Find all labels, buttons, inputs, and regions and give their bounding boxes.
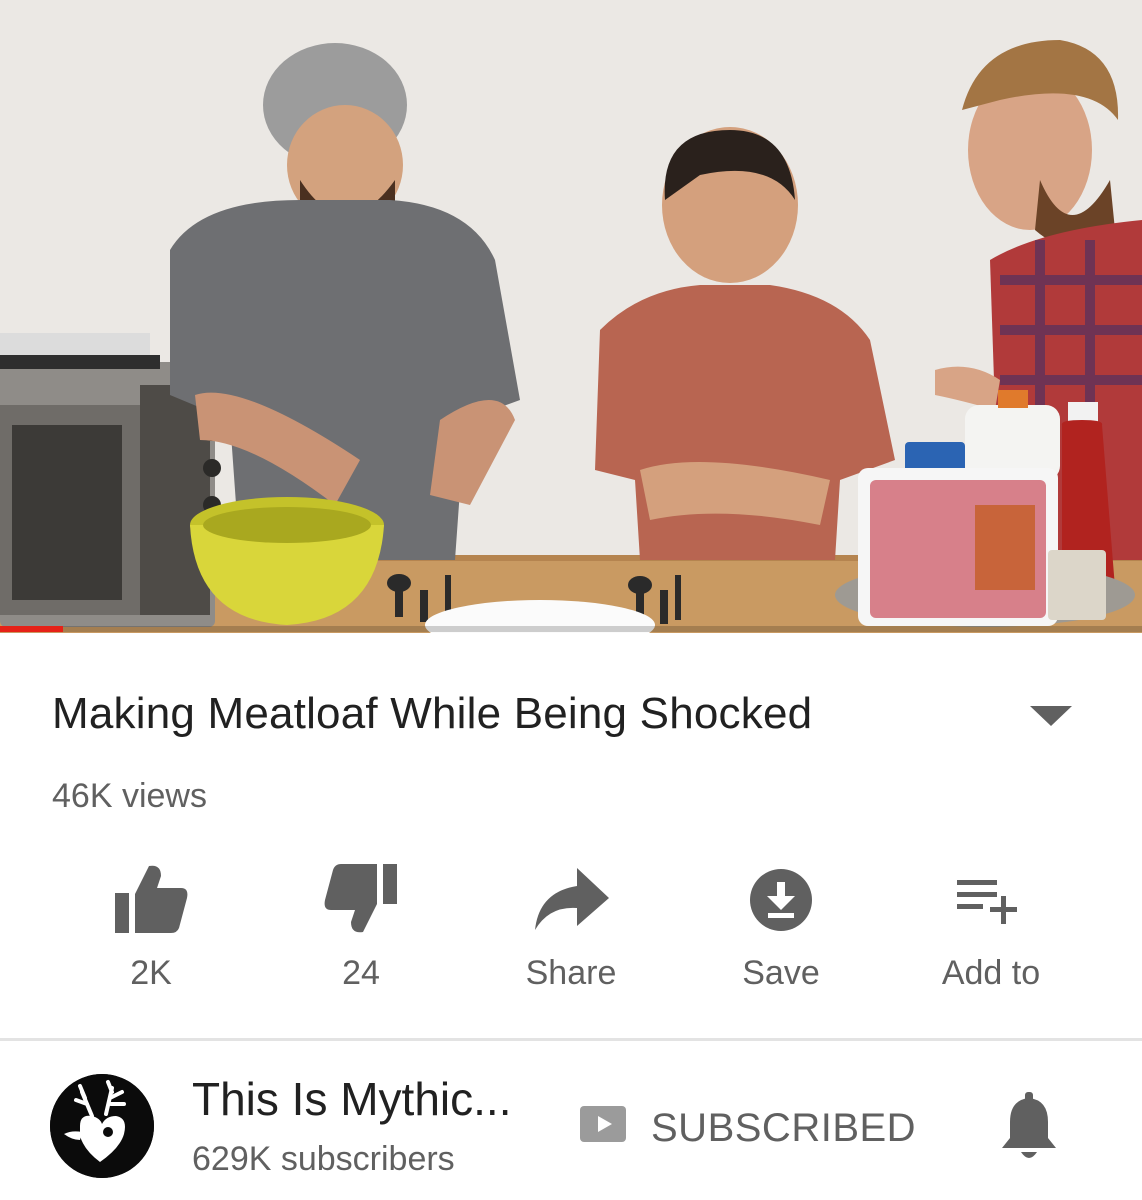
- channel-avatar[interactable]: [50, 1074, 154, 1178]
- like-count: 2K: [130, 954, 172, 992]
- youtube-play-icon: [580, 1106, 626, 1142]
- stag-heart-logo-icon: [50, 1074, 154, 1178]
- thumb-down-icon: [321, 858, 401, 938]
- save-button[interactable]: Save: [676, 850, 886, 1000]
- add-to-label: Add to: [941, 954, 1041, 992]
- subscribed-label: SUBSCRIBED: [651, 1106, 917, 1150]
- add-to-playlist-button[interactable]: Add to: [886, 850, 1096, 1000]
- progress-bar-fill: [0, 626, 63, 632]
- video-frame: [0, 0, 1142, 633]
- save-label: Save: [742, 954, 820, 992]
- channel-name[interactable]: This Is Mythic...: [192, 1068, 511, 1130]
- section-divider: [0, 1038, 1142, 1041]
- expand-description-button[interactable]: [1028, 698, 1074, 734]
- video-player[interactable]: [0, 0, 1142, 633]
- progress-bar[interactable]: [0, 626, 1142, 632]
- dislike-button[interactable]: 24: [256, 850, 466, 1000]
- like-button[interactable]: 2K: [46, 850, 256, 1000]
- share-label: Share: [525, 954, 617, 992]
- video-title: Making Meatloaf While Being Shocked: [52, 689, 813, 738]
- thumb-up-icon: [111, 858, 191, 938]
- share-button[interactable]: Share: [466, 850, 676, 1000]
- download-circle-icon: [741, 858, 821, 938]
- chevron-down-icon: [1030, 706, 1072, 726]
- playlist-add-icon: [951, 858, 1031, 938]
- bell-icon: [1002, 1092, 1056, 1158]
- action-bar: 2K 24 Share Save Add to: [46, 850, 1096, 1010]
- title-row: Making Meatloaf While Being Shocked: [52, 686, 1092, 746]
- notification-bell-button[interactable]: [996, 1088, 1062, 1164]
- dislike-count: 24: [342, 954, 380, 992]
- share-arrow-icon: [531, 858, 611, 938]
- view-count: 46K views: [52, 777, 207, 815]
- subscribed-button[interactable]: SUBSCRIBED: [578, 1100, 922, 1156]
- subscriber-count: 629K subscribers: [192, 1140, 455, 1178]
